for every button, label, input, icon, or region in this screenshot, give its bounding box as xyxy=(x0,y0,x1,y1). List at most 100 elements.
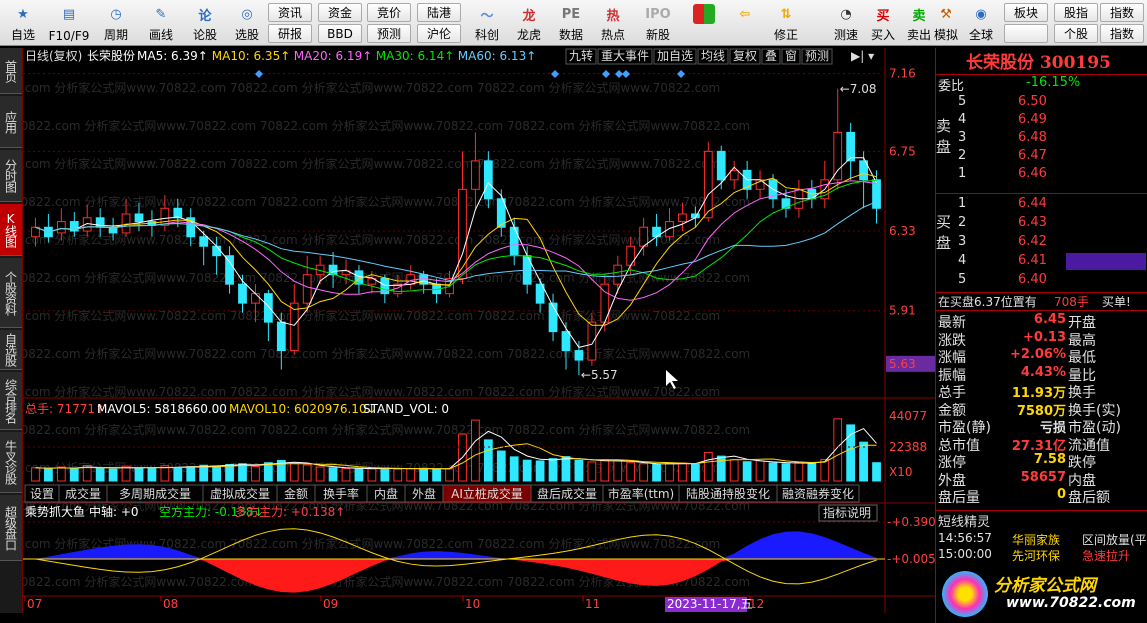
indicator-tab-label[interactable]: 换手率 xyxy=(323,486,359,501)
sidebar-tab-1[interactable]: 应用 xyxy=(0,96,22,148)
event-marker-icon[interactable] xyxy=(551,70,559,78)
toolbar-small-btn[interactable]: BBD xyxy=(318,24,362,43)
toolbar-btn-back-arrow[interactable]: ⇦ xyxy=(724,1,766,45)
toolbar-btn-forum[interactable]: 论论股 xyxy=(184,1,226,45)
volume-bar xyxy=(561,456,571,482)
chart-tool-label[interactable]: 均线 xyxy=(701,49,725,63)
indicator-tab-label[interactable]: 盘后成交量 xyxy=(537,486,597,501)
indicator-tab-label[interactable]: 外盘 xyxy=(412,486,436,501)
sidebar-tab-4[interactable]: 个股资料 xyxy=(0,258,22,328)
event-marker-icon[interactable] xyxy=(622,70,630,78)
chart-nav-icon[interactable]: ▶| ▾ xyxy=(851,49,874,63)
toolbar-small-btn[interactable]: 资讯 xyxy=(268,3,312,22)
buy-level-price: 6.44 xyxy=(1018,196,1047,211)
toolbar-btn-ipo[interactable]: IPO 新股 xyxy=(637,1,679,45)
indicator-tab-label[interactable]: AI立桩成交量 xyxy=(451,486,523,501)
candle-body xyxy=(678,213,687,223)
stat-row: 外盘 58657 内盘 xyxy=(936,470,1147,489)
pending-qty: 708手 xyxy=(1054,295,1089,309)
toolbar-label: 全球 xyxy=(968,28,993,42)
price-tick: 7.16 xyxy=(889,67,916,81)
indicator-help-label[interactable]: 指标说明 xyxy=(823,505,871,520)
toolbar-small-btn[interactable]: 沪伦 xyxy=(417,24,461,43)
indicator-tab-label[interactable]: 内盘 xyxy=(374,486,398,501)
indicator-tab-label[interactable]: 融资融券变化 xyxy=(782,486,854,501)
candle-body xyxy=(483,160,493,200)
toolbar-small-btn[interactable]: 指数 xyxy=(1100,24,1144,43)
volume-bar xyxy=(548,458,558,482)
indicator-tab-label[interactable]: 陆股通持股变化 xyxy=(686,486,770,501)
sell-level-row[interactable]: 4 6.49 xyxy=(936,112,1147,130)
indicator-tab-label[interactable]: 设置 xyxy=(30,487,54,501)
sidebar-tab-0[interactable]: 首页 xyxy=(0,48,22,94)
chart-tool-label[interactable]: 九转 xyxy=(569,48,593,63)
chart-canvas[interactable]: 日线(复权) 长荣股份 MA5: 6.39↑ MA10: 6.35↑ MA20: 6.1… xyxy=(0,48,936,623)
chart-tool-label[interactable]: 窗 xyxy=(785,49,797,63)
sidebar-tab-8[interactable]: 超级盘口 xyxy=(0,495,22,561)
candle-body xyxy=(406,274,416,285)
clock-icon: ◷ xyxy=(110,6,122,22)
sell-level-row[interactable]: 1 6.46 xyxy=(936,166,1147,184)
event-marker-icon[interactable] xyxy=(602,70,610,78)
toolbar-small-btn[interactable]: 陆港 xyxy=(417,3,461,22)
toolbar-btn-speedtest[interactable]: ◔ 测速 xyxy=(825,1,867,45)
volume-bar xyxy=(729,459,739,482)
chart-tool-label[interactable]: 预测 xyxy=(805,49,829,63)
toolbar-btn-pen[interactable]: ✎ 画线 xyxy=(140,1,182,45)
toolbar-small-btn[interactable]: 预测 xyxy=(367,24,411,43)
buy-level-row[interactable]: 5 6.40 xyxy=(936,272,1147,290)
select-stock-icon: ◎ xyxy=(241,6,253,22)
event-marker-icon[interactable] xyxy=(255,70,263,78)
chart-tool-label[interactable]: 复权 xyxy=(733,49,757,63)
hot-icon: 热 xyxy=(606,8,620,24)
toolbar-btn-dragon-tiger[interactable]: 龙龙虎 xyxy=(508,1,550,45)
toolbar-btn-star[interactable]: ★ 自选 xyxy=(2,1,44,45)
toolbar-btn-f10[interactable]: ▤ F10/F9 xyxy=(48,1,90,45)
toolbar-small-btn[interactable]: 股指 xyxy=(1054,3,1098,22)
event-marker-icon[interactable] xyxy=(677,70,685,78)
toolbar-small-btn[interactable]: 板块 xyxy=(1004,3,1048,22)
toolbar-small-btn[interactable]: 竞价 xyxy=(367,3,411,22)
buy-level-row[interactable]: 4 6.41 xyxy=(936,253,1147,271)
chart-tool-label[interactable]: 重大事件 xyxy=(601,49,649,63)
toolbar-small-btn[interactable]: 研报 xyxy=(268,24,312,43)
toolbar-small-btn[interactable]: 资金 xyxy=(318,3,362,22)
toolbar-btn-correct[interactable]: ⇅ 修正 xyxy=(765,1,807,45)
stat-value: 0 xyxy=(1056,487,1066,502)
toolbar-btn-clock[interactable]: ◷ 周期 xyxy=(95,1,137,45)
sidebar-tab-3[interactable]: K线图 xyxy=(0,204,22,256)
sidebar-tab-6[interactable]: 综合排名 xyxy=(0,372,22,430)
sidebar-tab-5[interactable]: 自选股 xyxy=(0,330,22,370)
indicator-tab-label[interactable]: 市盈率(ttm) xyxy=(608,486,674,501)
sidebar-tab-2[interactable]: 分时图 xyxy=(0,150,22,202)
toolbar-small-btn[interactable]: 指数 xyxy=(1100,3,1144,22)
indicator-tab-label[interactable]: 成交量 xyxy=(65,486,101,501)
toolbar-label: 热点 xyxy=(600,28,625,42)
stock-board-btn[interactable] xyxy=(1004,24,1048,43)
toolbar-btn-select-stock[interactable]: ◎ 选股 xyxy=(226,1,268,45)
high-price-label: ←7.08 xyxy=(840,82,877,96)
sidebar-tab-7[interactable]: 牛叉诊股 xyxy=(0,432,22,493)
indicator-tab-label[interactable]: 多周期成交量 xyxy=(119,486,191,501)
kline-chart-area[interactable]: 日线(复权) 长荣股份 MA5: 6.39↑ MA10: 6.35↑ MA20: 6.1… xyxy=(0,48,936,623)
sprite-title: 短线精灵 xyxy=(938,515,991,530)
toolbar-btn-pe-data[interactable]: PE 数据 xyxy=(550,1,592,45)
toolbar-small-btn[interactable]: 个股 xyxy=(1054,24,1098,43)
toolbar-btn-hot[interactable]: 热热点 xyxy=(592,1,634,45)
sell-level-row[interactable]: 2 6.47 xyxy=(936,148,1147,166)
indicator-tab-label[interactable]: 金额 xyxy=(284,486,308,501)
buy-level-row[interactable]: 2 6.43 xyxy=(936,215,1147,233)
event-marker-icon[interactable] xyxy=(615,70,623,78)
buy-level-row[interactable]: 3 6.42 xyxy=(936,234,1147,252)
chart-tool-label[interactable]: 叠 xyxy=(765,49,777,63)
toolbar-btn-kechuang[interactable]: 〜科创 xyxy=(466,1,508,45)
sell-level-row[interactable]: 3 6.48 xyxy=(936,130,1147,148)
sell-level-row[interactable]: 5 6.50 xyxy=(936,94,1147,112)
chart-tool-label[interactable]: 加自选 xyxy=(657,49,693,63)
toolbar-btn-globe[interactable]: ◉ 全球 xyxy=(960,1,1002,45)
ma-legend-2: MA20: 6.19↑ xyxy=(294,49,372,63)
toolbar-btn-color-grid[interactable]: ▦ xyxy=(683,1,725,45)
buy-level-row[interactable]: 1 6.44 xyxy=(936,196,1147,214)
volume-bar xyxy=(56,466,66,482)
indicator-tab-label[interactable]: 虚拟成交量 xyxy=(210,486,270,501)
